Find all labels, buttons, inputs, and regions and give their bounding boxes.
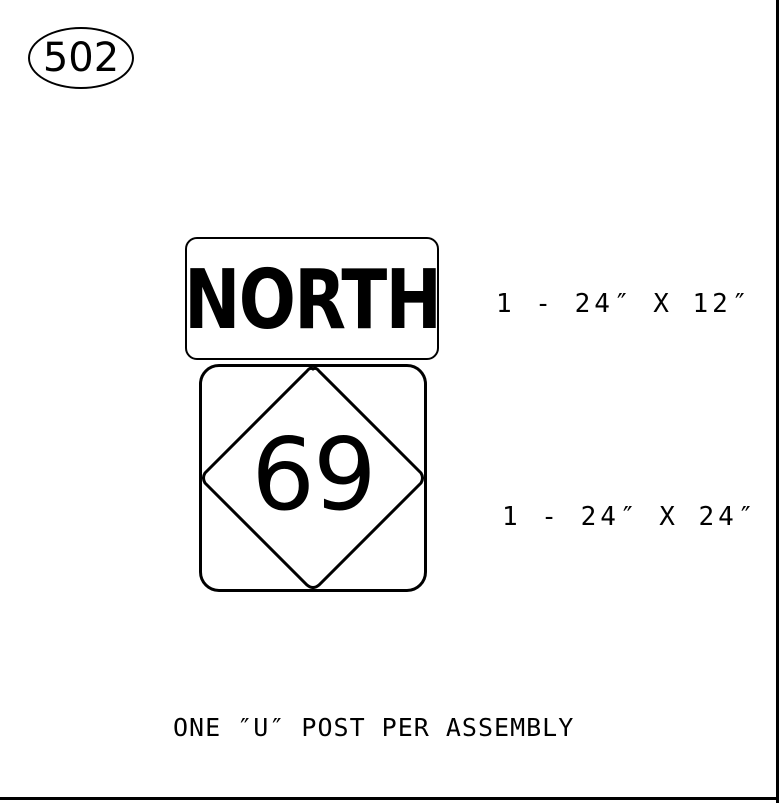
sign-size-label-route: 1 - 24″ X 24″	[502, 502, 758, 532]
sheet-border-right	[776, 0, 779, 803]
sign-size-label-direction: 1 - 24″ X 12″	[496, 289, 752, 319]
cardinal-direction-legend: NORTH	[185, 252, 439, 348]
route-number: 69	[251, 416, 376, 533]
cardinal-direction-sign: NORTH	[185, 237, 439, 360]
route-marker-sign: 69	[199, 364, 427, 592]
assembly-number-badge: 502	[28, 27, 134, 89]
sheet-border-bottom	[0, 797, 779, 800]
assembly-number: 502	[42, 35, 120, 81]
post-assembly-note: ONE ″U″ POST PER ASSEMBLY	[173, 713, 575, 742]
